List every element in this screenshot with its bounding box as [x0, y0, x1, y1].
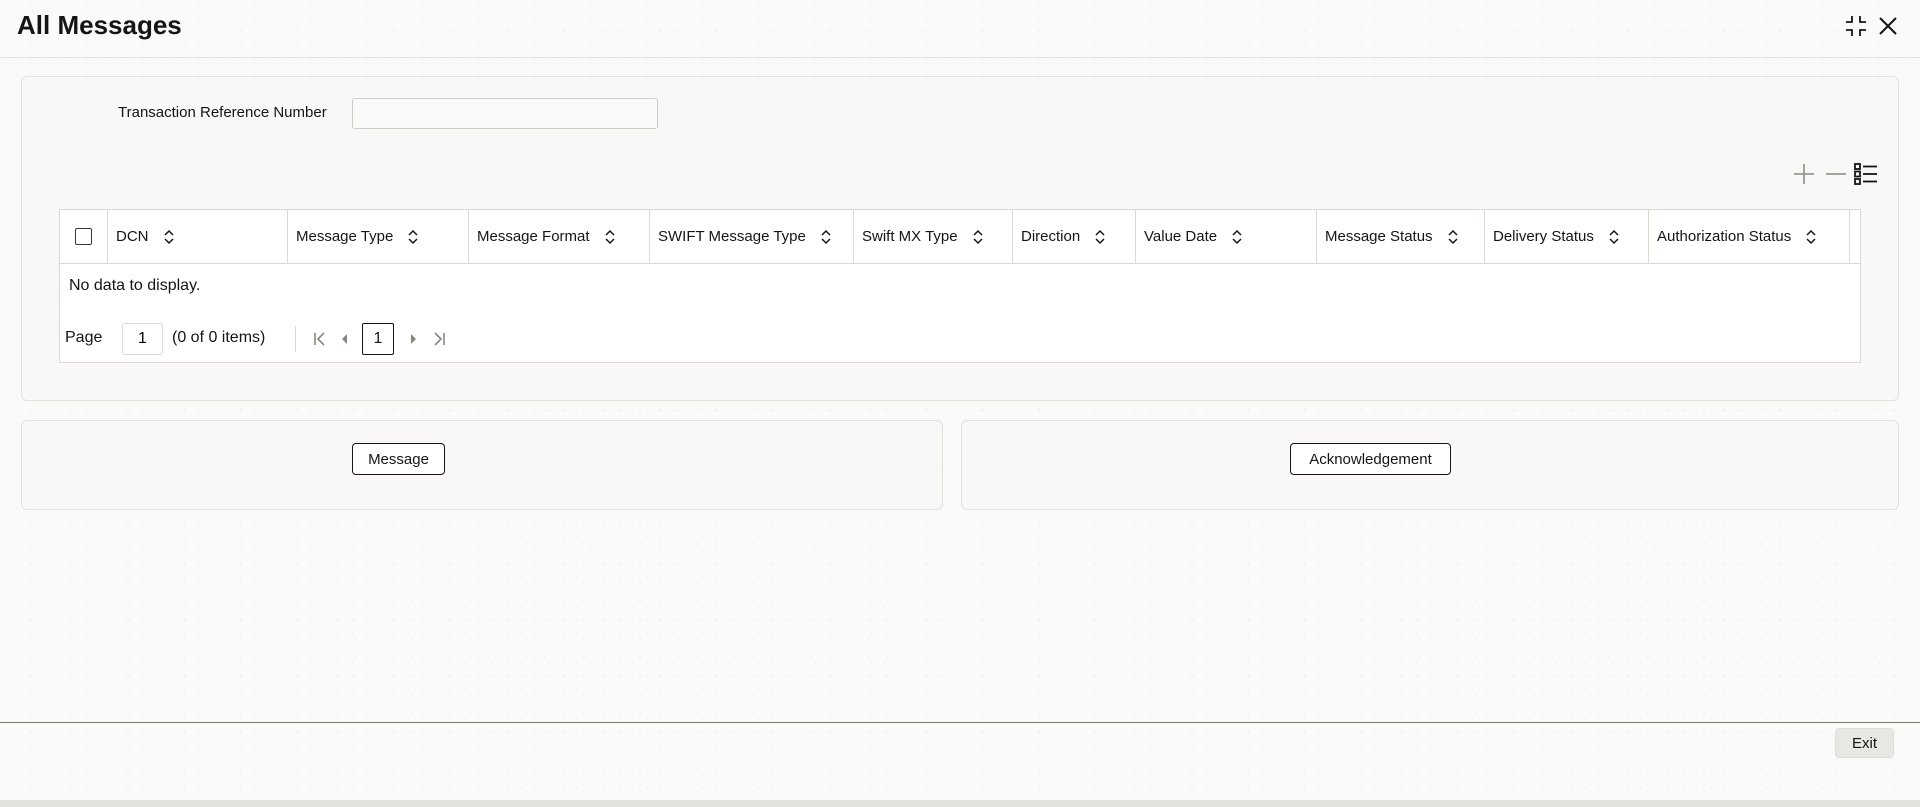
sort-icon[interactable] — [1447, 229, 1459, 245]
last-page-icon[interactable] — [429, 329, 449, 349]
column-header-value-date[interactable]: Value Date — [1136, 210, 1317, 263]
empty-table-message: No data to display. — [69, 277, 201, 294]
minus-icon[interactable] — [1822, 160, 1850, 188]
plus-icon[interactable] — [1790, 160, 1818, 188]
sort-icon[interactable] — [163, 229, 175, 245]
sort-icon[interactable] — [1805, 229, 1817, 245]
column-label: DCN — [116, 228, 149, 245]
close-icon[interactable] — [1874, 12, 1902, 40]
messages-table: DCN Message Type Message Format SWIFT Me… — [59, 209, 1861, 363]
message-panel: Message — [21, 420, 943, 510]
column-label: SWIFT Message Type — [658, 228, 806, 245]
column-label: Direction — [1021, 228, 1081, 245]
footer-divider — [0, 722, 1920, 723]
column-header-dcn[interactable]: DCN — [108, 210, 288, 263]
page-label: Page — [65, 329, 103, 346]
sort-icon[interactable] — [1231, 229, 1243, 245]
column-label: Delivery Status — [1493, 228, 1594, 245]
pager-divider — [295, 326, 296, 352]
transaction-ref-input[interactable] — [352, 98, 658, 129]
column-label: Value Date — [1144, 228, 1218, 245]
message-button[interactable]: Message — [352, 443, 445, 475]
column-header-message-format[interactable]: Message Format — [469, 210, 650, 263]
sort-icon[interactable] — [1608, 229, 1620, 245]
list-icon[interactable] — [1852, 160, 1880, 188]
search-panel: Transaction Reference Number DCN Message… — [21, 76, 1899, 401]
first-page-icon[interactable] — [310, 329, 330, 349]
current-page-button[interactable]: 1 — [362, 323, 394, 355]
select-all-cell — [60, 210, 108, 263]
acknowledgement-panel: Acknowledgement — [961, 420, 1899, 510]
column-label: Authorization Status — [1657, 228, 1792, 245]
sort-icon[interactable] — [972, 229, 984, 245]
column-header-swift-mx-type[interactable]: Swift MX Type — [854, 210, 1013, 263]
page-title: All Messages — [17, 10, 182, 40]
column-label: Message Format — [477, 228, 590, 245]
column-header-message-status[interactable]: Message Status — [1317, 210, 1485, 263]
page-number-input[interactable] — [122, 323, 163, 355]
next-page-icon[interactable] — [403, 329, 423, 349]
sort-icon[interactable] — [604, 229, 616, 245]
table-header: DCN Message Type Message Format SWIFT Me… — [60, 210, 1860, 264]
pagination: Page (0 of 0 items) 1 — [65, 323, 665, 355]
column-header-authorization-status[interactable]: Authorization Status — [1649, 210, 1850, 263]
header-bar: All Messages — [0, 0, 1920, 58]
bottom-strip — [0, 800, 1920, 807]
transaction-ref-label: Transaction Reference Number — [118, 104, 327, 121]
sort-icon[interactable] — [1094, 229, 1106, 245]
column-header-delivery-status[interactable]: Delivery Status — [1485, 210, 1649, 263]
column-label: Message Status — [1325, 228, 1433, 245]
table-toolbar — [1766, 160, 1877, 190]
sort-icon[interactable] — [820, 229, 832, 245]
minimize-icon[interactable] — [1842, 12, 1870, 40]
column-label: Message Type — [296, 228, 394, 245]
exit-button[interactable]: Exit — [1835, 728, 1894, 758]
sort-icon[interactable] — [407, 229, 419, 245]
acknowledgement-button[interactable]: Acknowledgement — [1290, 443, 1451, 475]
column-label: Swift MX Type — [862, 228, 958, 245]
column-header-direction[interactable]: Direction — [1013, 210, 1136, 263]
column-header-swift-message-type[interactable]: SWIFT Message Type — [650, 210, 854, 263]
select-all-checkbox[interactable] — [75, 228, 92, 245]
prev-page-icon[interactable] — [335, 329, 355, 349]
column-header-message-type[interactable]: Message Type — [288, 210, 469, 263]
items-count: (0 of 0 items) — [172, 329, 266, 346]
